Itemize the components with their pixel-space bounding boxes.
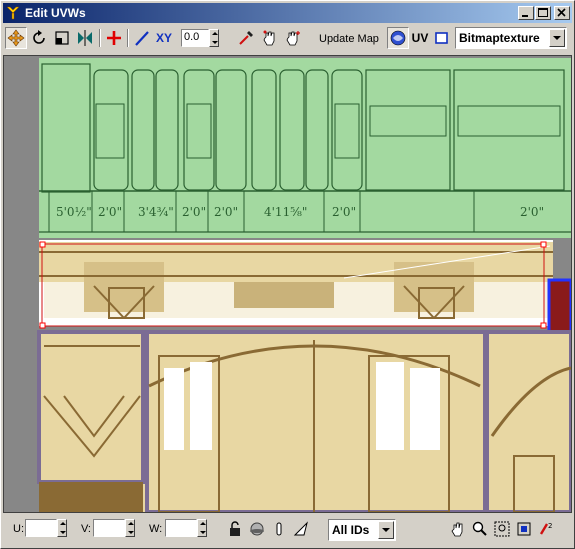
maximize-button[interactable] xyxy=(535,6,551,20)
w-input[interactable] xyxy=(165,519,197,537)
uv-label: UV xyxy=(411,31,429,45)
lock-button[interactable] xyxy=(224,518,246,540)
render-uv-button[interactable] xyxy=(387,27,409,49)
u-label: U: xyxy=(13,523,24,535)
hand-plus-button[interactable] xyxy=(282,27,304,49)
mirror-tool-button[interactable] xyxy=(74,27,96,49)
magnet-icon: 2 xyxy=(539,522,552,535)
hand-grab-button[interactable] xyxy=(259,27,281,49)
xy-toggle-button[interactable]: XY xyxy=(153,27,175,49)
rotate-tool-button[interactable] xyxy=(28,27,50,49)
pen-tool-icon xyxy=(135,31,149,46)
minimize-icon xyxy=(522,15,528,17)
dimension-label: 2'0" xyxy=(214,205,238,219)
scale-tool-icon xyxy=(55,31,69,45)
u-spinner-arrows[interactable] xyxy=(57,519,67,537)
zoom-region-icon xyxy=(494,521,510,537)
filter-selected-button[interactable] xyxy=(290,518,312,540)
square-icon xyxy=(435,32,448,44)
value-spinner-input[interactable]: 0.0 xyxy=(181,29,209,47)
pen-tool-button[interactable] xyxy=(131,27,153,49)
zoom-button[interactable] xyxy=(469,518,491,540)
dimension-label: 5'0½" xyxy=(56,205,92,219)
close-button[interactable] xyxy=(554,6,570,20)
dimension-label: 4'11⅝" xyxy=(264,205,307,219)
uv-texture-canvas[interactable]: 5'0½" 2'0" 3'4¾" 2'0" 2'0" 4'11⅝" 2'0" 2… xyxy=(4,56,571,512)
mirror-tool-icon xyxy=(78,30,92,46)
triangle-icon xyxy=(293,521,308,536)
dimension-label: 2'0" xyxy=(182,205,206,219)
v-input[interactable] xyxy=(93,519,125,537)
title-bar[interactable]: Edit UVWs xyxy=(3,3,572,23)
rotate-tool-icon xyxy=(33,30,45,44)
hand-plus-icon xyxy=(286,31,300,46)
app-icon xyxy=(6,6,20,20)
sphere-icon xyxy=(250,522,264,536)
teapot-icon xyxy=(390,30,406,46)
zoom-extents-icon xyxy=(517,522,531,536)
eyedropper-icon xyxy=(239,31,253,45)
weld-tool-icon xyxy=(107,31,121,45)
scale-tool-button[interactable] xyxy=(51,27,73,49)
undercarriage-texture xyxy=(39,240,553,326)
w-spinner-arrows[interactable] xyxy=(197,519,207,537)
window-title: Edit UVWs xyxy=(25,6,86,20)
uv-toggle-button[interactable]: UV xyxy=(409,27,431,49)
dimension-label: 3'4¾" xyxy=(138,205,174,219)
dimension-label: 2'0" xyxy=(98,205,122,219)
lower-texture xyxy=(37,330,571,512)
maximize-icon xyxy=(538,8,548,17)
minimize-button[interactable] xyxy=(518,6,534,20)
svg-text:2: 2 xyxy=(548,522,552,530)
xy-label: XY xyxy=(155,31,172,45)
lock-icon xyxy=(230,521,240,536)
chevron-down-icon[interactable] xyxy=(378,521,394,539)
show-map-button[interactable] xyxy=(431,27,453,49)
v-label: V: xyxy=(81,523,91,535)
w-label: W: xyxy=(149,523,163,535)
bottom-toolbar: U: V: W: All IDs 2 xyxy=(3,515,572,545)
bulb-icon xyxy=(276,522,282,536)
green-panel: 5'0½" 2'0" 3'4¾" 2'0" 2'0" 4'11⅝" 2'0" 2… xyxy=(39,58,571,238)
weld-tool-button[interactable] xyxy=(103,27,125,49)
close-icon xyxy=(557,8,566,17)
zoom-extents-button[interactable] xyxy=(513,518,535,540)
zoom-region-button[interactable] xyxy=(491,518,513,540)
pick-tool-button[interactable] xyxy=(235,27,257,49)
zoom-magnifier-icon xyxy=(472,521,487,536)
texture-dropdown[interactable]: Bitmaptexture xyxy=(455,27,567,49)
move-tool-icon xyxy=(7,29,25,47)
edit-uvws-window: Edit UVWs XY 0.0 Update Map UV Bitmaptex… xyxy=(0,0,575,549)
dimension-label: 2'0" xyxy=(520,205,544,219)
u-input[interactable] xyxy=(25,519,57,537)
move-tool-button[interactable] xyxy=(5,27,27,49)
pan-button[interactable] xyxy=(447,518,469,540)
update-map-label[interactable]: Update Map xyxy=(319,33,379,45)
main-toolbar: XY 0.0 Update Map UV Bitmaptexture xyxy=(3,25,572,53)
toolbar-separator xyxy=(99,29,101,47)
toolbar-separator xyxy=(127,29,129,47)
texture-tile-button[interactable]: 2 xyxy=(535,518,557,540)
dimension-label: 2'0" xyxy=(332,205,356,219)
uv-editor-viewport[interactable]: 5'0½" 2'0" 3'4¾" 2'0" 2'0" 4'11⅝" 2'0" 2… xyxy=(3,55,572,513)
hand-cursor-icon xyxy=(263,30,275,46)
ids-dropdown[interactable]: All IDs xyxy=(328,519,396,541)
freeze-button[interactable] xyxy=(268,518,290,540)
hand-pan-icon xyxy=(451,522,463,537)
value-spinner-arrows[interactable] xyxy=(209,29,219,47)
v-spinner-arrows[interactable] xyxy=(125,519,135,537)
texture-dropdown-value: Bitmaptexture xyxy=(459,31,540,45)
hide-button[interactable] xyxy=(246,518,268,540)
chevron-down-icon[interactable] xyxy=(549,29,565,47)
ids-dropdown-value: All IDs xyxy=(332,523,370,537)
